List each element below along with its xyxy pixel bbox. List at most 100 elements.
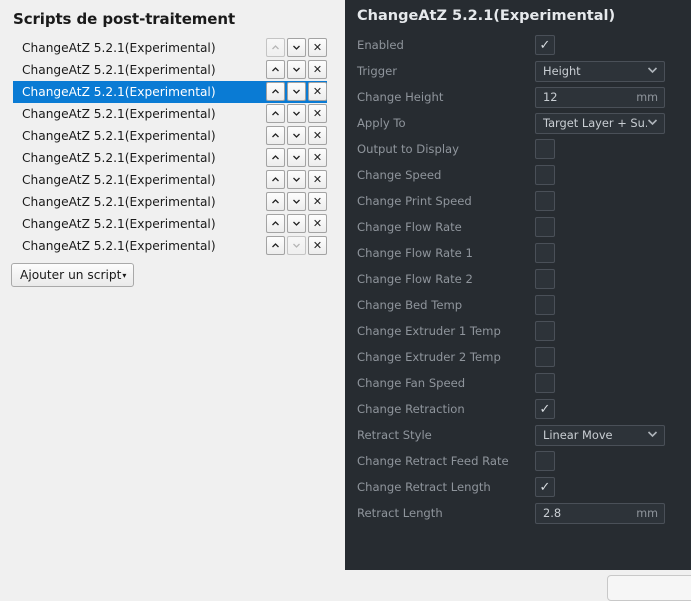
setting-dropdown[interactable]: Height [535, 60, 665, 82]
setting-dropdown[interactable]: Linear Move [535, 424, 665, 446]
setting-control [535, 321, 555, 341]
chevron-down-icon: ▾ [122, 271, 127, 280]
move-up-icon[interactable] [266, 126, 285, 145]
remove-script-icon[interactable]: ✕ [308, 192, 327, 211]
setting-checkbox[interactable]: ✓ [535, 35, 555, 55]
script-list-item-label: ChangeAtZ 5.2.1(Experimental) [22, 151, 216, 165]
setting-control [535, 269, 555, 289]
setting-unit-label: mm [636, 90, 658, 104]
move-up-icon[interactable] [266, 214, 285, 233]
script-list-item[interactable]: ChangeAtZ 5.2.1(Experimental) ✕ [13, 125, 327, 147]
move-down-icon[interactable] [287, 104, 306, 123]
check-icon: ✓ [539, 37, 551, 53]
setting-checkbox[interactable] [535, 243, 555, 263]
script-list-item[interactable]: ChangeAtZ 5.2.1(Experimental) ✕ [13, 59, 327, 81]
script-list-item-label: ChangeAtZ 5.2.1(Experimental) [22, 63, 216, 77]
move-up-icon[interactable] [266, 192, 285, 211]
setting-label: Change Retraction [357, 402, 465, 416]
move-down-icon[interactable] [287, 60, 306, 79]
script-settings-title: ChangeAtZ 5.2.1(Experimental) [357, 8, 616, 24]
setting-label: Change Bed Temp [357, 298, 463, 312]
setting-control [535, 373, 555, 393]
remove-script-icon[interactable]: ✕ [308, 38, 327, 57]
move-down-icon[interactable] [287, 170, 306, 189]
move-up-icon[interactable] [266, 60, 285, 79]
setting-row: Change Print Speed [345, 188, 691, 214]
setting-checkbox[interactable]: ✓ [535, 477, 555, 497]
setting-row: Change Bed Temp [345, 292, 691, 318]
script-list-item[interactable]: ChangeAtZ 5.2.1(Experimental) ✕ [13, 213, 327, 235]
setting-checkbox[interactable] [535, 451, 555, 471]
setting-checkbox[interactable] [535, 373, 555, 393]
setting-row: Change Height 12 mm [345, 84, 691, 110]
script-row-actions: ✕ [266, 38, 327, 57]
script-list-item[interactable]: ChangeAtZ 5.2.1(Experimental) ✕ [13, 169, 327, 191]
script-list-item[interactable]: ChangeAtZ 5.2.1(Experimental) ✕ [13, 37, 327, 59]
setting-number-input[interactable]: 12 mm [535, 86, 665, 108]
move-up-icon[interactable] [266, 236, 285, 255]
script-list-item-label: ChangeAtZ 5.2.1(Experimental) [22, 217, 216, 231]
setting-label: Trigger [357, 64, 397, 78]
setting-checkbox[interactable] [535, 217, 555, 237]
setting-checkbox[interactable] [535, 139, 555, 159]
script-list-item[interactable]: ChangeAtZ 5.2.1(Experimental) ✕ [13, 103, 327, 125]
setting-control [535, 139, 555, 159]
setting-control [535, 165, 555, 185]
setting-checkbox[interactable] [535, 295, 555, 315]
script-list-item[interactable]: ChangeAtZ 5.2.1(Experimental) ✕ [13, 81, 327, 103]
remove-script-icon[interactable]: ✕ [308, 126, 327, 145]
setting-number-value: 12 [543, 90, 558, 104]
script-list-item[interactable]: ChangeAtZ 5.2.1(Experimental) ✕ [13, 191, 327, 213]
setting-label: Change Flow Rate 1 [357, 246, 473, 260]
setting-checkbox[interactable] [535, 191, 555, 211]
setting-unit-label: mm [636, 506, 658, 520]
move-down-icon[interactable] [287, 192, 306, 211]
setting-label: Change Print Speed [357, 194, 472, 208]
remove-script-icon[interactable]: ✕ [308, 214, 327, 233]
move-down-icon[interactable] [287, 214, 306, 233]
setting-control: ✓ [535, 399, 555, 419]
move-up-icon[interactable] [266, 148, 285, 167]
move-down-icon[interactable] [287, 82, 306, 101]
setting-label: Change Speed [357, 168, 442, 182]
remove-script-icon[interactable]: ✕ [308, 60, 327, 79]
setting-control: ✓ [535, 477, 555, 497]
add-script-button[interactable]: Ajouter un script ▾ [11, 263, 135, 287]
setting-row: Change Retract Length ✓ [345, 474, 691, 500]
script-list-item[interactable]: ChangeAtZ 5.2.1(Experimental) ✕ [13, 235, 327, 257]
setting-checkbox[interactable]: ✓ [535, 399, 555, 419]
remove-script-icon[interactable]: ✕ [308, 170, 327, 189]
move-down-icon[interactable] [287, 126, 306, 145]
dialog-bottom-button[interactable] [607, 575, 691, 601]
script-row-actions: ✕ [266, 126, 327, 145]
setting-control [535, 451, 555, 471]
setting-row: Enabled ✓ [345, 32, 691, 58]
setting-label: Change Flow Rate 2 [357, 272, 473, 286]
move-down-icon[interactable] [287, 148, 306, 167]
chevron-down-icon [647, 66, 658, 77]
setting-control [535, 295, 555, 315]
script-list-item[interactable]: ChangeAtZ 5.2.1(Experimental) ✕ [13, 147, 327, 169]
setting-control: Height [535, 60, 665, 82]
setting-dropdown-value: Target Layer + Su... [543, 116, 647, 130]
remove-script-icon[interactable]: ✕ [308, 236, 327, 255]
setting-number-input[interactable]: 2.8 mm [535, 502, 665, 524]
setting-dropdown[interactable]: Target Layer + Su... [535, 112, 665, 134]
setting-control: Linear Move [535, 424, 665, 446]
remove-script-icon[interactable]: ✕ [308, 104, 327, 123]
setting-checkbox[interactable] [535, 165, 555, 185]
remove-script-icon[interactable]: ✕ [308, 82, 327, 101]
move-up-icon[interactable] [266, 170, 285, 189]
check-icon: ✓ [539, 479, 551, 495]
move-down-icon[interactable] [287, 38, 306, 57]
setting-checkbox[interactable] [535, 269, 555, 289]
move-up-icon[interactable] [266, 82, 285, 101]
script-list-item-label: ChangeAtZ 5.2.1(Experimental) [22, 107, 216, 121]
setting-control [535, 347, 555, 367]
remove-script-icon[interactable]: ✕ [308, 148, 327, 167]
setting-checkbox[interactable] [535, 321, 555, 341]
move-up-icon[interactable] [266, 104, 285, 123]
setting-label: Enabled [357, 38, 404, 52]
setting-checkbox[interactable] [535, 347, 555, 367]
script-list-item-label: ChangeAtZ 5.2.1(Experimental) [22, 173, 216, 187]
